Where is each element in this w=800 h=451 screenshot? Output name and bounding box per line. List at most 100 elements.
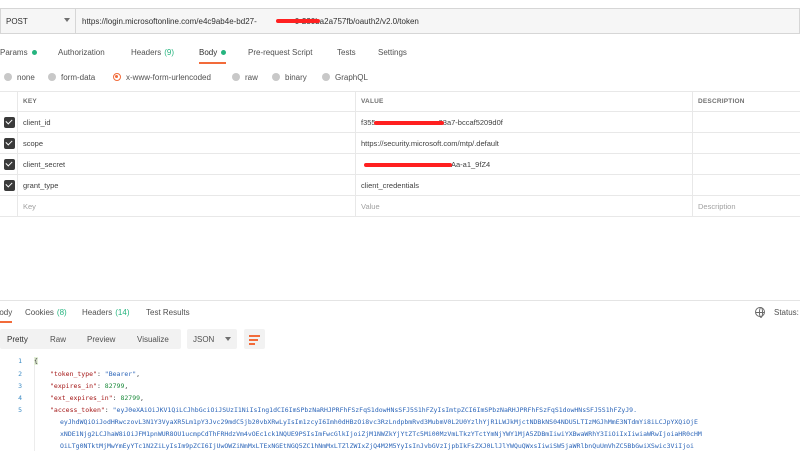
- radio-circle-icon: [4, 73, 12, 81]
- tab-body[interactable]: Body: [199, 40, 227, 64]
- format-label: JSON: [193, 334, 215, 344]
- status-label: Status:: [774, 307, 799, 317]
- param-value: 93a7-bccaf5209d0f: [438, 117, 503, 127]
- response-body-code[interactable]: 1 { 2 "token_type": "Bearer", 3 "expires…: [0, 355, 800, 451]
- tab-authorization-label: Authorization: [58, 47, 105, 57]
- format-select[interactable]: JSON: [187, 329, 237, 349]
- view-preview-button[interactable]: Preview: [87, 329, 115, 349]
- row-value-cell[interactable]: f355 93a7-bccaf5209d0f: [355, 112, 692, 132]
- tab-response-body-label: Body: [0, 307, 13, 317]
- code-line: "access_token": "eyJ0eXAiOiJKV1QiLCJhbGc…: [50, 406, 638, 414]
- checkbox-checked-icon[interactable]: [3, 137, 15, 149]
- tab-response-headers-count: (14): [115, 307, 130, 317]
- radio-circle-icon: [232, 73, 240, 81]
- value-input[interactable]: Value: [355, 196, 692, 216]
- checkbox-checked-icon[interactable]: [3, 179, 15, 191]
- tab-tests[interactable]: Tests: [337, 40, 356, 64]
- wrap-lines-button[interactable]: [244, 329, 265, 349]
- radio-circle-icon: [272, 73, 280, 81]
- checkbox-checked-icon[interactable]: [3, 116, 15, 128]
- view-raw-button[interactable]: Raw: [50, 329, 66, 349]
- table-row: client_id f355 93a7-bccaf5209d0f: [0, 112, 800, 133]
- tab-headers[interactable]: Headers (9): [131, 40, 174, 64]
- column-header-value: VALUE: [355, 92, 692, 111]
- code-line: {: [34, 357, 38, 365]
- description-input[interactable]: Description: [692, 196, 800, 216]
- line-number: 3: [18, 382, 22, 390]
- row-description-cell[interactable]: [692, 112, 800, 132]
- row-value-cell[interactable]: client_credentials: [355, 175, 692, 195]
- redaction-mark: [276, 19, 320, 23]
- method-select[interactable]: POST: [0, 8, 75, 34]
- param-key: client_secret: [23, 159, 66, 169]
- tab-test-results[interactable]: Test Results: [146, 301, 190, 323]
- json-string: "Bearer": [104, 370, 137, 378]
- radio-none-label: none: [17, 72, 35, 82]
- tab-settings[interactable]: Settings: [378, 40, 407, 64]
- radio-raw-label: raw: [245, 72, 258, 82]
- json-key: "expires_in": [50, 382, 97, 390]
- request-bar: POST https://login.microsoftonline.com/e…: [0, 8, 800, 34]
- tab-pre-request-script[interactable]: Pre-request Script: [248, 40, 312, 64]
- url-input[interactable]: https://login.microsoftonline.com/e4c9ab…: [75, 8, 800, 34]
- checkbox-checked-icon[interactable]: [3, 158, 15, 170]
- json-key: "access_token": [50, 406, 105, 414]
- view-mode-group: Pretty Raw Preview Visualize: [0, 329, 181, 349]
- row-key-cell[interactable]: grant_type: [17, 175, 355, 195]
- key-input[interactable]: Key: [17, 196, 355, 216]
- tab-response-headers[interactable]: Headers (14): [82, 301, 129, 323]
- param-value: Aa-a1_9fZ4: [451, 159, 491, 169]
- tab-response-body[interactable]: Body: [0, 301, 13, 323]
- view-pretty-button[interactable]: Pretty: [7, 329, 28, 349]
- row-description-cell[interactable]: [692, 175, 800, 195]
- table-row: client_secret Aa-a1_9fZ4: [0, 154, 800, 175]
- row-key-cell[interactable]: scope: [17, 133, 355, 153]
- row-check-cell: [0, 154, 18, 174]
- param-key: scope: [23, 138, 44, 148]
- radio-none[interactable]: none: [4, 70, 35, 84]
- row-key-cell[interactable]: client_secret: [17, 154, 355, 174]
- radio-x-www-form-urlencoded[interactable]: x-www-form-urlencoded: [113, 70, 211, 84]
- redaction-mark: [374, 121, 444, 125]
- param-key: client_id: [23, 117, 51, 127]
- tab-cookies[interactable]: Cookies (8): [25, 301, 67, 323]
- body-type-radio-group: none form-data x-www-form-urlencoded raw…: [0, 70, 800, 84]
- row-key-cell[interactable]: client_id: [17, 112, 355, 132]
- radio-raw[interactable]: raw: [232, 70, 258, 84]
- globe-icon[interactable]: [755, 307, 765, 318]
- tab-params[interactable]: Params: [0, 40, 37, 64]
- radio-form-data[interactable]: form-data: [48, 70, 95, 84]
- row-check-cell: [0, 196, 18, 216]
- chevron-down-icon: [64, 18, 70, 22]
- tab-test-results-label: Test Results: [146, 307, 190, 317]
- code-line: "token_type": "Bearer",: [50, 370, 141, 378]
- tab-params-label: Params: [0, 47, 28, 57]
- param-value: https://security.microsoft.com/mtp/.defa…: [361, 138, 499, 148]
- row-description-cell[interactable]: [692, 154, 800, 174]
- tab-body-label: Body: [199, 47, 218, 57]
- table-row: scope https://security.microsoft.com/mtp…: [0, 133, 800, 154]
- code-line-wrap: xNDE1Njg2LCJhaW8iOiJFM1pnWUR8OU1ucmpCdTh…: [60, 430, 702, 438]
- redaction-mark: [364, 163, 452, 167]
- radio-circle-icon: [322, 73, 330, 81]
- tab-authorization[interactable]: Authorization: [58, 40, 105, 64]
- row-check-cell: [0, 112, 18, 132]
- code-line-wrap: eyJhdWQiOiJodHRwczovL3N1Y3VyaXR5Lm1pY3Jv…: [60, 418, 698, 426]
- radio-binary[interactable]: binary: [272, 70, 307, 84]
- table-row: grant_type client_credentials: [0, 175, 800, 196]
- tab-cookies-count: (8): [56, 307, 67, 317]
- response-tabs: Body Cookies(8) Headers(14) Test Results…: [0, 300, 800, 323]
- table-row-new: Key Value Description: [0, 196, 800, 217]
- radio-graphql[interactable]: GraphQL: [322, 70, 368, 84]
- view-visualize-button[interactable]: Visualize: [137, 329, 169, 349]
- row-description-cell[interactable]: [692, 133, 800, 153]
- json-number: 82799: [104, 382, 125, 390]
- json-key: "ext_expires_in": [50, 394, 113, 402]
- status-dot-icon: [31, 49, 37, 55]
- column-header-description: DESCRIPTION: [692, 92, 800, 111]
- row-value-cell[interactable]: Aa-a1_9fZ4: [355, 154, 692, 174]
- wrap-icon: [249, 335, 260, 337]
- row-value-cell[interactable]: https://security.microsoft.com/mtp/.defa…: [355, 133, 692, 153]
- table-header-row: KEY VALUE DESCRIPTION: [0, 91, 800, 112]
- line-number: 5: [18, 406, 22, 414]
